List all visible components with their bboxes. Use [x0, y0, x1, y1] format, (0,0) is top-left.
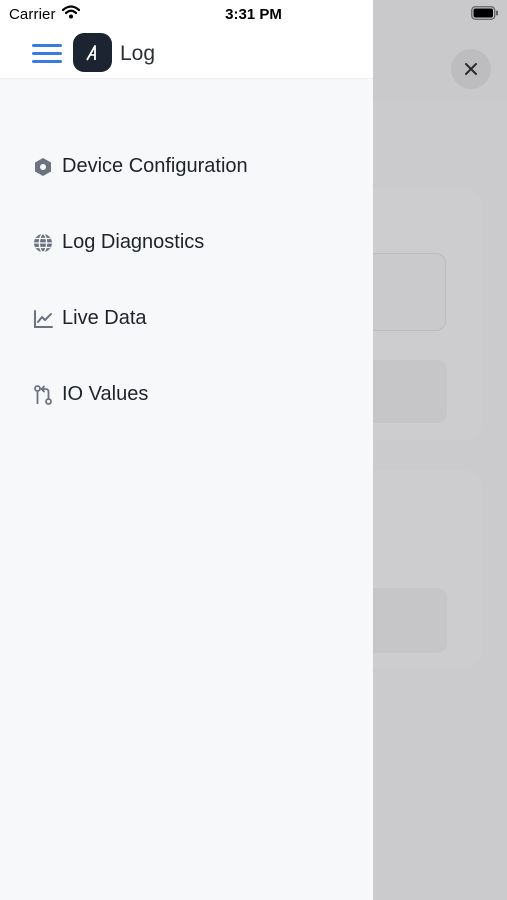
nav-item-label: Live Data: [62, 307, 147, 329]
hexagon-icon: [35, 158, 51, 176]
nav-item-label: Log Diagnostics: [62, 231, 205, 253]
navigation-drawer: Log Device Configuration Log Diagnostics…: [0, 0, 373, 900]
app-logo: [73, 33, 112, 72]
nav-item-io-values[interactable]: IO Values: [0, 370, 373, 420]
status-bar: Carrier 3:31 PM: [0, 0, 507, 28]
nav-item-label: Device Configuration: [62, 155, 248, 177]
close-button[interactable]: [451, 49, 491, 89]
status-time: 3:31 PM: [225, 6, 282, 23]
header-title: Log: [120, 42, 156, 65]
nav-item-label: IO Values: [62, 383, 149, 405]
app-logo-a-icon: [85, 44, 96, 60]
nav-item-log-diagnostics[interactable]: Log Diagnostics: [0, 218, 373, 268]
hamburger-menu-icon: [32, 44, 62, 47]
battery-icon: [471, 6, 498, 20]
menu-button[interactable]: [30, 41, 64, 65]
globe-icon: [34, 233, 52, 253]
nav-item-live-data[interactable]: Live Data: [0, 294, 373, 344]
line-chart-icon: [34, 310, 53, 328]
nav-item-device-configuration[interactable]: Device Configuration: [0, 142, 373, 192]
git-compare-icon: [34, 385, 52, 405]
close-icon: [465, 63, 477, 75]
